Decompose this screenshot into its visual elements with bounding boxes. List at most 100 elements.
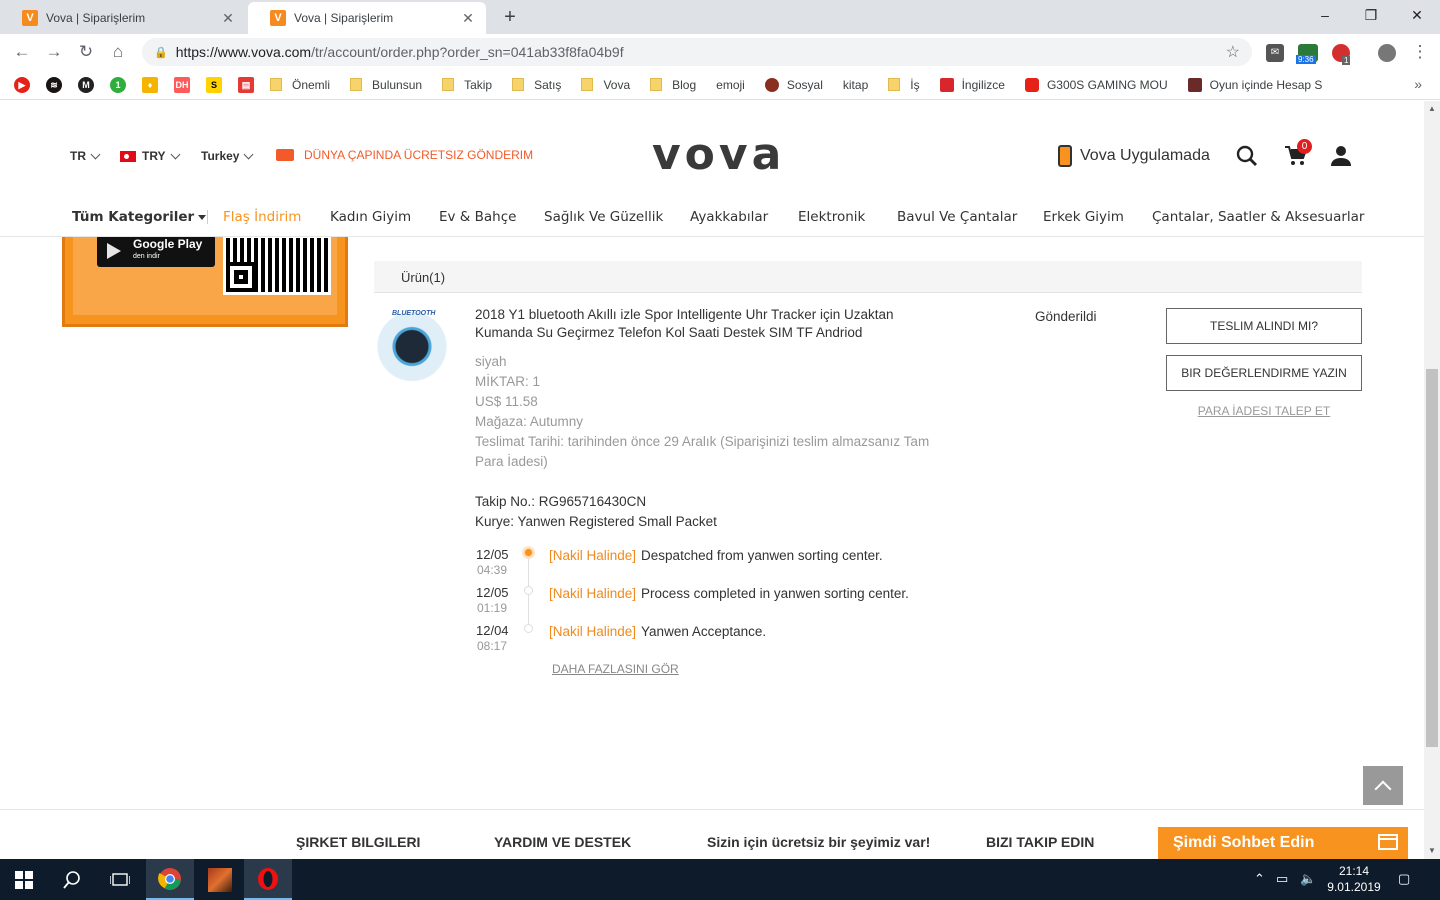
- nav-women[interactable]: Kadın Giyim: [330, 209, 411, 225]
- minimize-button[interactable]: –: [1302, 4, 1348, 26]
- all-categories-menu[interactable]: Tüm Kategoriler: [72, 209, 206, 225]
- nav-flash-sale[interactable]: Flaş İndirim: [223, 209, 301, 225]
- home-icon[interactable]: ⌂: [108, 42, 128, 62]
- task-view-icon[interactable]: [96, 859, 144, 900]
- s-site-icon[interactable]: S: [206, 76, 222, 93]
- product-count-label: Ürün(1): [401, 270, 446, 285]
- opera-taskbar-icon[interactable]: [244, 859, 292, 900]
- see-more-link[interactable]: DAHA FAZLASINI GÖR: [552, 662, 679, 676]
- red-site-icon[interactable]: ▤: [238, 76, 254, 93]
- bookmark-sosyal[interactable]: Sosyal: [764, 77, 823, 92]
- google-play-button[interactable]: Google Play den indir: [97, 237, 215, 267]
- one-site-icon[interactable]: 1: [110, 76, 126, 93]
- action-center-icon[interactable]: ▢: [1398, 871, 1410, 887]
- scroll-down-arrow-icon[interactable]: ▼: [1424, 843, 1440, 859]
- timeline-time: 08:17: [477, 639, 508, 653]
- bookmark-onemli[interactable]: Önemli: [270, 78, 330, 92]
- cart-count-badge: 0: [1297, 139, 1312, 154]
- volume-icon[interactable]: 🔈: [1300, 871, 1316, 887]
- tray-chevron-up-icon[interactable]: ⌃: [1254, 871, 1265, 887]
- back-arrow-icon[interactable]: ←: [12, 42, 32, 62]
- nav-home-garden[interactable]: Ev & Bahçe: [439, 209, 516, 225]
- forward-arrow-icon[interactable]: →: [44, 42, 64, 62]
- footer-follow-us[interactable]: BIZI TAKIP EDIN: [986, 834, 1094, 850]
- footer-help-support[interactable]: YARDIM VE DESTEK: [494, 834, 631, 850]
- page-scrollbar[interactable]: ▲ ▼: [1424, 101, 1440, 859]
- user-account-icon[interactable]: [1330, 145, 1352, 167]
- write-review-button[interactable]: BIR DEĞERLENDIRME YAZIN: [1166, 355, 1362, 391]
- bookmark-bulunsun[interactable]: Bulunsun: [350, 78, 422, 92]
- footer-free-gift[interactable]: Sizin için ücretsiz bir şeyimiz var!: [707, 834, 930, 850]
- m-site-icon[interactable]: M: [78, 76, 94, 93]
- bookmarks-overflow-icon[interactable]: »: [1414, 76, 1422, 92]
- extension-badge-time: 9:36: [1296, 55, 1316, 64]
- game-taskbar-icon[interactable]: [196, 859, 244, 900]
- bookmark-star-icon[interactable]: ☆: [1226, 42, 1240, 62]
- nav-men[interactable]: Erkek Giyim: [1043, 209, 1124, 225]
- bookmark-emoji[interactable]: emoji: [0, 78, 745, 184]
- new-tab-button[interactable]: +: [498, 6, 522, 29]
- bulb-site-icon[interactable]: ♦: [142, 76, 158, 93]
- footer-company-info[interactable]: ŞIRKET BILGILERI: [296, 834, 420, 850]
- windows-taskbar: ⌃ ▭ 🔈 21:14 9.01.2019 ▢: [0, 859, 1440, 900]
- bookmark-blog[interactable]: Blog: [650, 78, 696, 92]
- search-icon[interactable]: [1236, 145, 1258, 167]
- timeline-dot-current: [524, 548, 533, 557]
- nav-shoes[interactable]: Ayakkabılar: [690, 209, 768, 225]
- bookmark-is[interactable]: İş: [888, 78, 920, 92]
- reload-icon[interactable]: ↻: [76, 42, 96, 62]
- tab-close-icon[interactable]: ✕: [460, 10, 476, 27]
- product-quantity: MİKTAR: 1: [475, 374, 541, 389]
- timeline-time: 01:19: [477, 601, 508, 615]
- spotify-icon[interactable]: ≋: [46, 76, 62, 93]
- folder-icon: [512, 78, 525, 91]
- bookmark-takip[interactable]: Takip: [442, 78, 492, 92]
- game-site-icon: [1187, 77, 1202, 92]
- country-select[interactable]: Turkey: [201, 149, 254, 163]
- language-select[interactable]: TR: [70, 149, 101, 163]
- nav-bags-watches-accessories[interactable]: Çantalar, Saatler & Aksesuarlar: [1152, 209, 1364, 225]
- bookmark-ingilizce[interactable]: İngilizce: [939, 77, 1005, 92]
- close-window-button[interactable]: ✕: [1394, 4, 1440, 26]
- browser-tab-1[interactable]: V Vova | Siparişlerim ✕: [0, 2, 246, 34]
- bookmark-oyun[interactable]: Oyun içinde Hesap S: [1187, 77, 1322, 92]
- browser-tab-2[interactable]: V Vova | Siparişlerim ✕: [248, 2, 486, 34]
- browser-menu-icon[interactable]: ⋮: [1410, 42, 1430, 62]
- windows-start-icon[interactable]: [0, 859, 48, 900]
- nav-health-beauty[interactable]: Sağlık Ve Güzellik: [544, 209, 663, 225]
- maximize-button[interactable]: ❐: [1348, 4, 1394, 26]
- bookmark-satis[interactable]: Satış: [512, 78, 561, 92]
- address-bar[interactable]: 🔒 https://www.vova.com/tr/account/order.…: [142, 38, 1252, 66]
- product-thumbnail[interactable]: BLUETOOTH: [374, 307, 450, 383]
- dh-site-icon[interactable]: DH: [174, 76, 190, 93]
- back-to-top-button[interactable]: [1363, 766, 1403, 805]
- bookmark-kitap[interactable]: kitap: [0, 78, 868, 184]
- tab-close-icon[interactable]: ✕: [220, 10, 236, 27]
- mail-extension-icon[interactable]: ✉: [1266, 44, 1284, 62]
- bookmark-g300s[interactable]: G300S GAMING MOU: [1024, 77, 1168, 92]
- system-clock[interactable]: 21:14 9.01.2019: [1322, 863, 1386, 895]
- network-icon[interactable]: ▭: [1276, 871, 1288, 887]
- nav-luggage-bags[interactable]: Bavul Ve Çantalar: [897, 209, 1017, 225]
- chrome-taskbar-icon[interactable]: [146, 859, 194, 900]
- vova-logo[interactable]: vova: [652, 129, 785, 180]
- browser-toolbar: ← → ↻ ⌂ 🔒 https://www.vova.com/tr/accoun…: [0, 34, 1440, 70]
- nav-electronics[interactable]: Elektronik: [798, 209, 865, 225]
- phone-icon: [1058, 145, 1072, 167]
- profile-avatar[interactable]: [1378, 44, 1396, 62]
- search-icon[interactable]: [48, 859, 96, 900]
- request-refund-link[interactable]: PARA İADESI TALEP ET: [1166, 404, 1362, 418]
- tracking-number: Takip No.: RG965716430CN: [475, 494, 647, 509]
- bookmark-vova[interactable]: Vova: [581, 78, 630, 92]
- page-viewport: TR TRY Turkey DÜNYA ÇAPINDA ÜCRETSIZ GÖN…: [0, 101, 1424, 859]
- free-shipping-banner[interactable]: DÜNYA ÇAPINDA ÜCRETSIZ GÖNDERIM: [276, 148, 533, 162]
- scrollbar-thumb[interactable]: [1426, 369, 1438, 747]
- timeline-time: 04:39: [477, 563, 508, 577]
- currency-select[interactable]: TRY: [120, 149, 181, 163]
- app-download-link[interactable]: Vova Uygulamada: [1058, 145, 1210, 167]
- live-chat-button[interactable]: Şimdi Sohbet Edin: [1158, 827, 1408, 859]
- scroll-up-arrow-icon[interactable]: ▲: [1424, 101, 1440, 117]
- product-title[interactable]: 2018 Y1 bluetooth Akıllı izle Spor Intel…: [475, 306, 945, 342]
- confirm-received-button[interactable]: TESLIM ALINDI MI?: [1166, 308, 1362, 344]
- youtube-icon[interactable]: ▶: [14, 76, 30, 93]
